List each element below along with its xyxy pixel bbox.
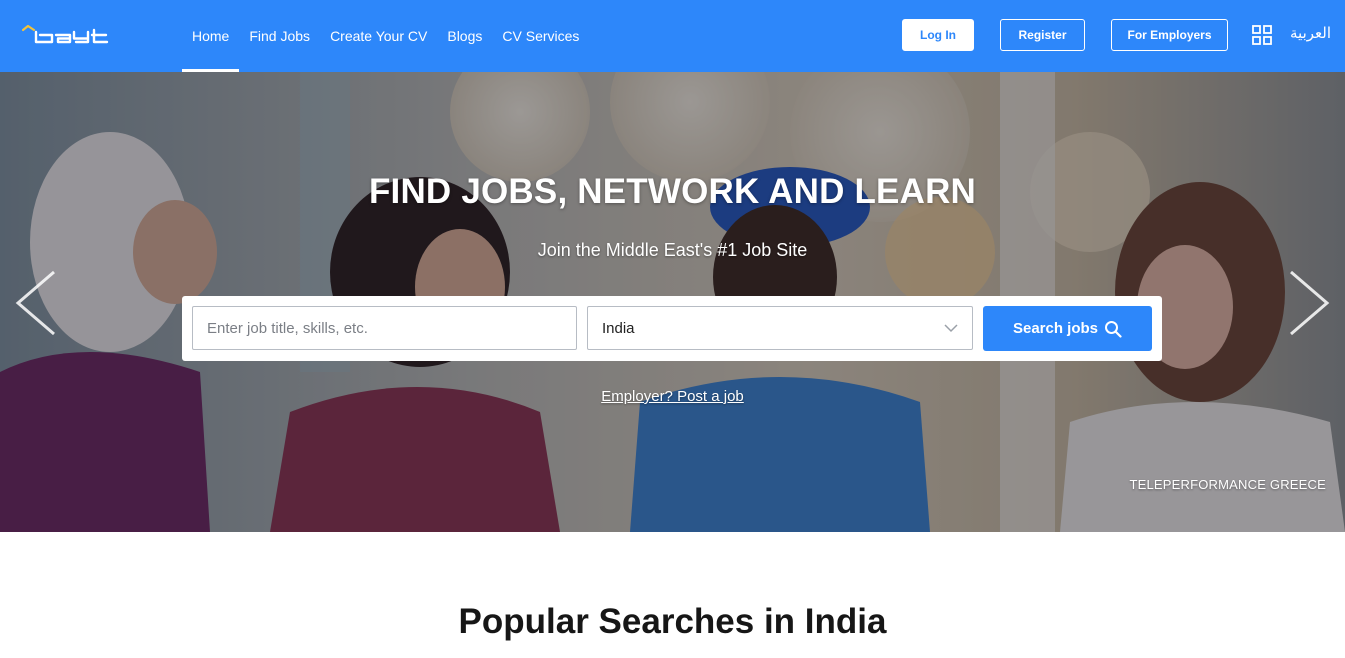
for-employers-button[interactable]: For Employers: [1111, 19, 1228, 51]
job-search-input[interactable]: [192, 306, 577, 350]
chevron-right-icon: [1290, 270, 1330, 336]
hero-banner: FIND JOBS, NETWORK AND LEARN Join the Mi…: [0, 72, 1345, 532]
main-nav: Home Find Jobs Create Your CV Blogs CV S…: [182, 0, 589, 72]
chevron-down-icon: [944, 324, 958, 333]
hero-subtitle: Join the Middle East's #1 Job Site: [537, 240, 808, 260]
register-button[interactable]: Register: [1000, 19, 1085, 51]
chevron-left-icon: [15, 270, 55, 336]
site-header: Home Find Jobs Create Your CV Blogs CV S…: [0, 0, 1345, 72]
carousel-next-button[interactable]: [1287, 270, 1331, 336]
location-value: India: [602, 319, 635, 337]
employer-post-job-link[interactable]: Employer? Post a job: [601, 388, 744, 405]
photo-credit: TELEPERFORMANCE GREECE: [1129, 477, 1326, 492]
logo-mark-icon: [22, 24, 109, 44]
popular-searches-title: Popular Searches in India: [458, 602, 887, 641]
job-search-form: India Search jobs: [182, 296, 1162, 361]
nav-create-cv[interactable]: Create Your CV: [320, 0, 437, 72]
nav-home[interactable]: Home: [182, 0, 240, 72]
nav-cv-services[interactable]: CV Services: [492, 0, 589, 72]
bayt-logo[interactable]: [22, 22, 112, 48]
grid-icon[interactable]: [1252, 25, 1272, 45]
login-button[interactable]: Log In: [902, 19, 974, 51]
search-icon: [1105, 320, 1122, 338]
nav-blogs[interactable]: Blogs: [437, 0, 492, 72]
search-button-label: Search jobs: [1012, 320, 1099, 337]
language-switch[interactable]: العربية: [1290, 24, 1331, 42]
location-select[interactable]: India: [587, 306, 973, 350]
carousel-prev-button[interactable]: [14, 270, 58, 336]
search-jobs-button[interactable]: Search jobs: [983, 306, 1152, 351]
nav-find-jobs[interactable]: Find Jobs: [239, 0, 320, 72]
employer-post-job-wrap: Employer? Post a job: [0, 388, 1345, 406]
hero-title: FIND JOBS, NETWORK AND LEARN: [368, 172, 977, 211]
